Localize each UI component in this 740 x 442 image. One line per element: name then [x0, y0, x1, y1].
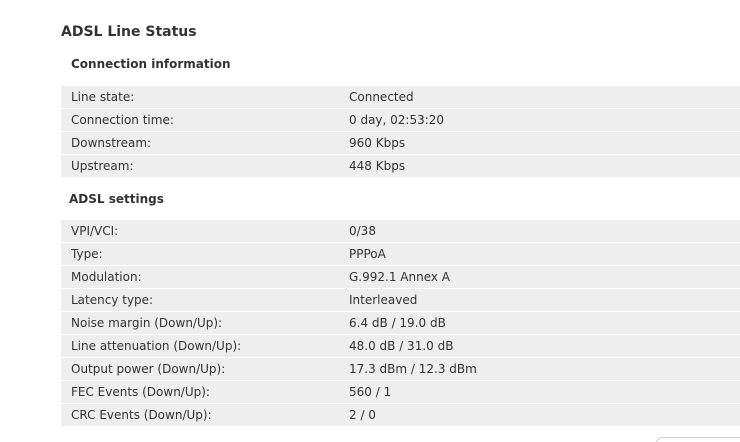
row-label: Modulation:	[61, 266, 349, 289]
row-value: 6.4 dB / 19.0 dB	[349, 312, 740, 335]
row-label: Connection time:	[61, 109, 349, 132]
panel-corner-fragment	[656, 437, 740, 442]
table-row: Latency type: Interleaved	[61, 289, 740, 312]
table-row: Connection time: 0 day, 02:53:20	[61, 109, 740, 132]
table-row: Downstream: 960 Kbps	[61, 132, 740, 155]
page-title: ADSL Line Status	[61, 24, 197, 40]
adsl-section-title: ADSL settings	[69, 192, 164, 206]
table-row: VPI/VCI: 0/38	[61, 220, 740, 243]
row-value: 448 Kbps	[349, 155, 740, 178]
table-row: Noise margin (Down/Up): 6.4 dB / 19.0 dB	[61, 312, 740, 335]
row-label: CRC Events (Down/Up):	[61, 404, 349, 427]
row-label: Type:	[61, 243, 349, 266]
adsl-settings-table: VPI/VCI: 0/38 Type: PPPoA Modulation: G.…	[61, 220, 740, 427]
row-value: G.992.1 Annex A	[349, 266, 740, 289]
row-value: 17.3 dBm / 12.3 dBm	[349, 358, 740, 381]
row-value: 560 / 1	[349, 381, 740, 404]
connection-section-title: Connection information	[71, 57, 231, 71]
row-value: 0/38	[349, 220, 740, 243]
row-label: VPI/VCI:	[61, 220, 349, 243]
table-row: Output power (Down/Up): 17.3 dBm / 12.3 …	[61, 358, 740, 381]
adsl-status-page: ADSL Line Status Connection information …	[0, 0, 740, 442]
table-row: Modulation: G.992.1 Annex A	[61, 266, 740, 289]
row-label: Line attenuation (Down/Up):	[61, 335, 349, 358]
table-row: CRC Events (Down/Up): 2 / 0	[61, 404, 740, 427]
row-label: FEC Events (Down/Up):	[61, 381, 349, 404]
row-value: 0 day, 02:53:20	[349, 109, 740, 132]
table-row: Upstream: 448 Kbps	[61, 155, 740, 178]
connection-info-table: Line state: Connected Connection time: 0…	[61, 86, 740, 178]
row-label: Output power (Down/Up):	[61, 358, 349, 381]
table-row: Line attenuation (Down/Up): 48.0 dB / 31…	[61, 335, 740, 358]
table-row: Line state: Connected	[61, 86, 740, 109]
table-row: Type: PPPoA	[61, 243, 740, 266]
row-value: Connected	[349, 86, 740, 109]
row-value: PPPoA	[349, 243, 740, 266]
row-value: Interleaved	[349, 289, 740, 312]
row-label: Upstream:	[61, 155, 349, 178]
row-value: 960 Kbps	[349, 132, 740, 155]
row-label: Latency type:	[61, 289, 349, 312]
row-label: Downstream:	[61, 132, 349, 155]
row-label: Line state:	[61, 86, 349, 109]
row-value: 2 / 0	[349, 404, 740, 427]
row-value: 48.0 dB / 31.0 dB	[349, 335, 740, 358]
table-row: FEC Events (Down/Up): 560 / 1	[61, 381, 740, 404]
row-label: Noise margin (Down/Up):	[61, 312, 349, 335]
